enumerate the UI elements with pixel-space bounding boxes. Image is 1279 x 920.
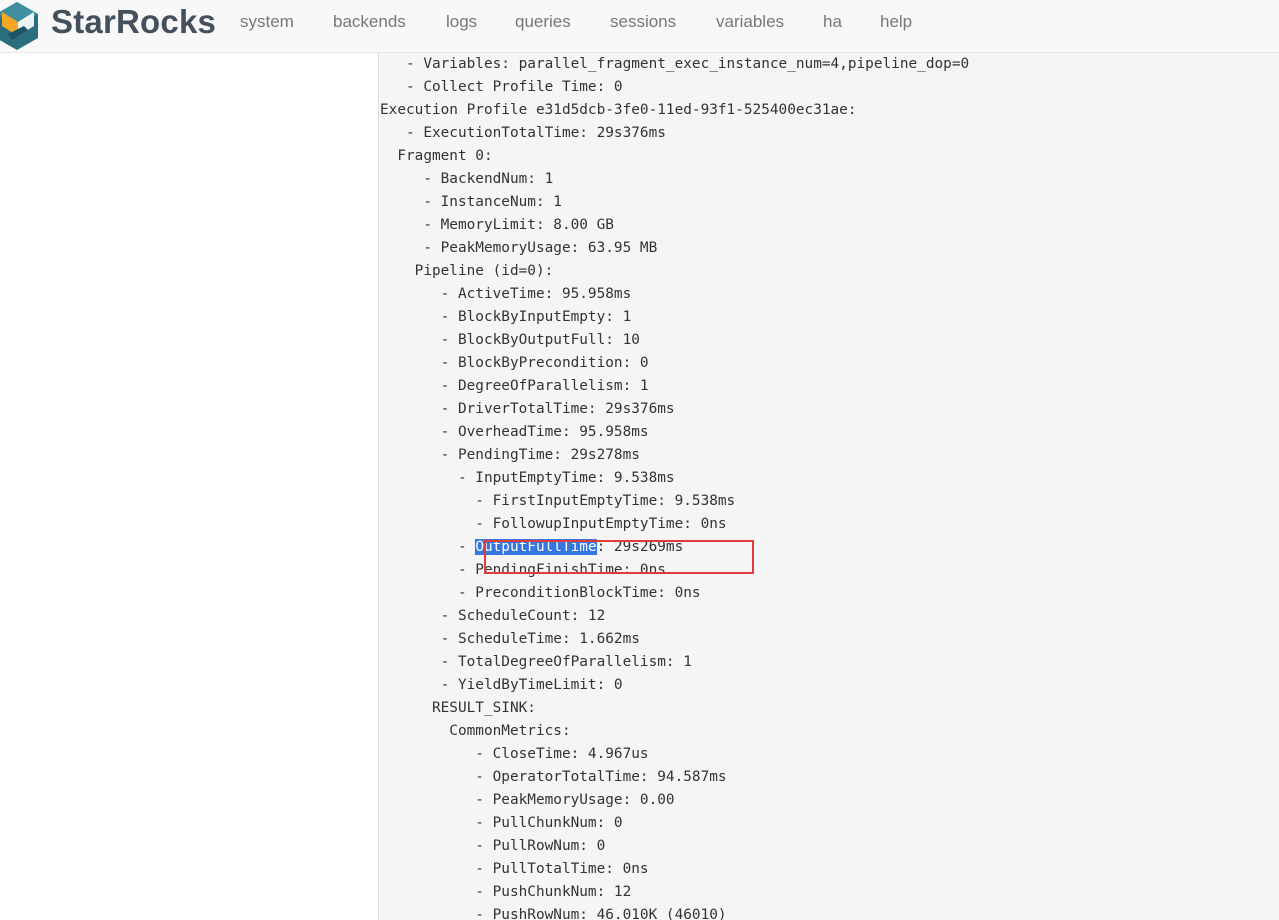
profile-line: - PeakMemoryUsage: 0.00 [380, 792, 675, 808]
profile-line: - ExecutionTotalTime: 29s376ms [380, 125, 666, 141]
profile-line: - BlockByOutputFull: 10 [380, 332, 640, 348]
nav-item-backends[interactable]: backends [333, 12, 406, 32]
profile-line: - PullTotalTime: 0ns [380, 861, 649, 877]
profile-line: Fragment 0: [380, 148, 493, 164]
profile-line: - FirstInputEmptyTime: 9.538ms [380, 493, 736, 509]
profile-line: - TotalDegreeOfParallelism: 1 [380, 654, 692, 670]
profile-line: - MemoryLimit: 8.00 GB [380, 217, 614, 233]
text-selection: OutputFullTime [475, 539, 597, 555]
profile-line: - InstanceNum: 1 [380, 194, 562, 210]
profile-line: - InputEmptyTime: 9.538ms [380, 470, 675, 486]
profile-line: - OperatorTotalTime: 94.587ms [380, 769, 727, 785]
top-navbar: StarRocks system backends logs queries s… [0, 0, 1279, 53]
profile-line: - PushChunkNum: 12 [380, 884, 632, 900]
profile-line: - PullRowNum: 0 [380, 838, 606, 854]
profile-line: - FollowupInputEmptyTime: 0ns [380, 516, 727, 532]
nav-item-logs[interactable]: logs [446, 12, 477, 32]
profile-line: - ActiveTime: 95.958ms [380, 286, 632, 302]
profile-line: - CloseTime: 4.967us [380, 746, 649, 762]
profile-line: - PullChunkNum: 0 [380, 815, 623, 831]
profile-line: - BlockByPrecondition: 0 [380, 355, 649, 371]
profile-line: - OverheadTime: 95.958ms [380, 424, 649, 440]
nav-item-sessions[interactable]: sessions [610, 12, 676, 32]
query-profile-text[interactable]: - Variables: parallel_fragment_exec_inst… [380, 53, 1279, 920]
brand-name: StarRocks [51, 3, 217, 40]
profile-line: - Collect Profile Time: 0 [380, 79, 623, 95]
selected-line-prefix: - [380, 539, 476, 555]
profile-line-selected: - OutputFullTime: 29s269ms [380, 536, 683, 559]
profile-line: - BackendNum: 1 [380, 171, 554, 187]
nav-item-system[interactable]: system [240, 12, 294, 32]
profile-line: - PendingTime: 29s278ms [380, 447, 640, 463]
nav-item-ha[interactable]: ha [823, 12, 842, 32]
profile-line: CommonMetrics: [380, 723, 571, 739]
nav-item-help[interactable]: help [880, 12, 912, 32]
profile-line: - DriverTotalTime: 29s376ms [380, 401, 675, 417]
nav-item-queries[interactable]: queries [515, 12, 571, 32]
profile-line: Pipeline (id=0): [380, 263, 554, 279]
selected-line-suffix: : 29s269ms [596, 539, 684, 555]
profile-line: Execution Profile e31d5dcb-3fe0-11ed-93f… [380, 102, 857, 118]
left-sidebar [0, 53, 379, 920]
profile-line: - PendingFinishTime: 0ns [380, 562, 666, 578]
starrocks-logo-icon [0, 2, 38, 50]
profile-line: - ScheduleCount: 12 [380, 608, 606, 624]
profile-line: - PeakMemoryUsage: 63.95 MB [380, 240, 658, 256]
nav-item-variables[interactable]: variables [716, 12, 784, 32]
profile-line: - DegreeOfParallelism: 1 [380, 378, 649, 394]
profile-line: - ScheduleTime: 1.662ms [380, 631, 640, 647]
profile-line: RESULT_SINK: [380, 700, 536, 716]
profile-line: - PreconditionBlockTime: 0ns [380, 585, 701, 601]
profile-line: - PushRowNum: 46.010K (46010) [380, 907, 727, 920]
profile-line: - BlockByInputEmpty: 1 [380, 309, 632, 325]
profile-line: - YieldByTimeLimit: 0 [380, 677, 623, 693]
profile-line: - Variables: parallel_fragment_exec_inst… [380, 56, 970, 72]
